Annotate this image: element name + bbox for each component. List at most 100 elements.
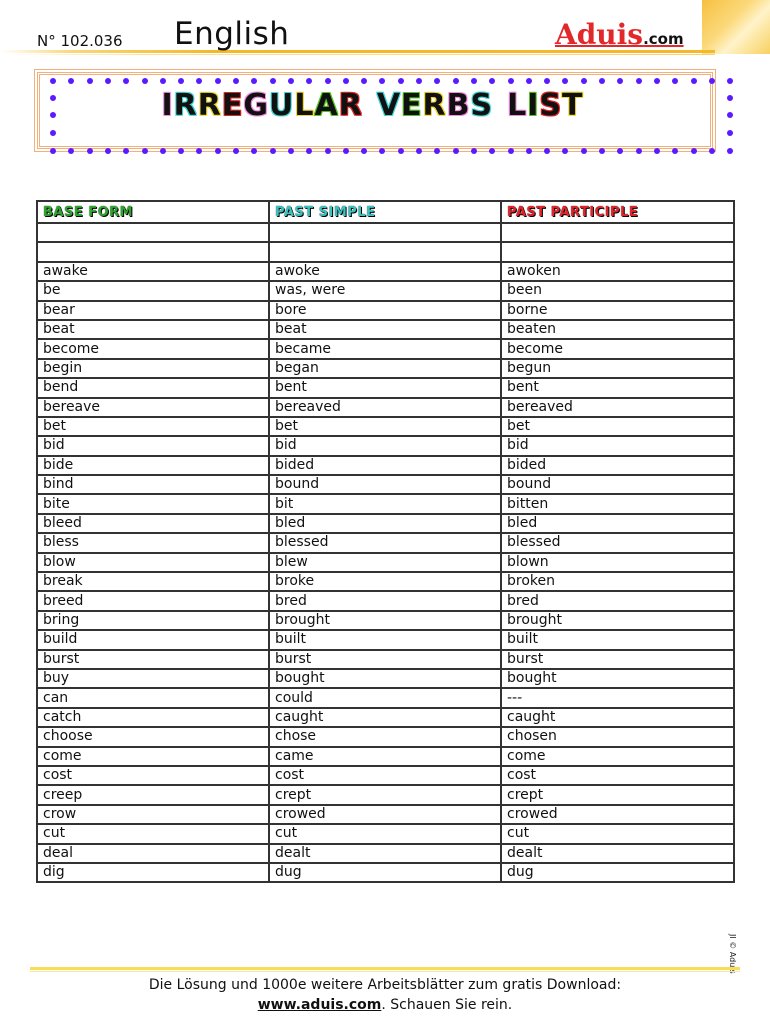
cell-past-participle: brought [500,609,735,632]
border-dot [507,148,514,154]
border-dot [214,78,221,84]
cell-past-simple: bet [268,415,502,438]
cell-past-simple: broke [268,571,502,593]
cell-past-simple: built [268,629,502,651]
table-row: crow crowed crowed [36,803,735,826]
cell-past-participle: crept [500,784,735,806]
border-dot [141,148,148,154]
border-dot [599,148,605,154]
table-row: bring brought brought [36,609,735,632]
border-dot [489,148,496,154]
cell-past-participle: become [500,338,735,360]
cell-past-simple: bided [268,454,502,477]
cell-base-form: bless [36,532,270,554]
cell-past-participle: blown [500,551,735,574]
border-dot [361,148,368,154]
cell-base-form: deal [36,842,270,864]
cell-past-participle: come [500,745,735,767]
border-dot [727,78,734,84]
title-letter: E [401,88,423,123]
cell-past-simple: dug [268,861,502,884]
cell-past-participle: bereaved [500,396,735,418]
cell-past-simple [268,221,502,244]
border-dot [397,148,404,154]
cell-base-form: crow [36,803,270,826]
cell-past-participle: --- [500,687,735,709]
cell-base-form: bring [36,609,270,632]
footer-rule-secondary [30,971,740,972]
border-dot [653,148,660,154]
cell-past-simple: bent [268,377,502,399]
cell-past-simple: caught [268,706,502,729]
border-dot [104,148,111,154]
worksheet-title: IRREGULAR VERBS LIST [0,88,745,123]
cell-past-participle: bound [500,474,735,496]
cell-base-form: breed [36,590,270,612]
cell-base-form: bleed [36,512,270,535]
cell-past-participle [500,241,735,263]
border-dot [416,148,422,154]
logo-main: Aduis [555,18,644,51]
cell-past-simple: brought [268,609,502,632]
border-dot [690,78,697,84]
border-dot [635,78,642,84]
border-dot [544,148,551,154]
title-letter: A [314,88,339,123]
border-dot [342,78,349,84]
border-dot [397,78,404,84]
cell-past-participle: cut [500,823,735,845]
cell-base-form: bet [36,415,270,438]
border-dot [159,148,166,154]
cell-base-form: bend [36,377,270,399]
title-letter: S [470,88,494,123]
cell-past-simple: awoke [268,260,502,283]
cell-past-participle: bid [500,435,735,457]
title-letter: G [243,88,269,123]
border-dot [324,78,331,84]
cell-base-form: build [36,629,270,651]
table-row: bereave bereaved bereaved [36,396,735,418]
border-dot [50,130,56,136]
table-row: bite bit bitten [36,493,735,515]
header-past-simple: PAST SIMPLE [268,200,502,224]
border-dot [214,148,221,154]
table-row: cost cost cost [36,764,735,787]
cell-past-participle: broken [500,571,735,593]
cell-past-simple: bore [268,299,502,321]
border-dot [324,148,331,154]
cell-past-participle: cost [500,764,735,787]
table-row: cut cut cut [36,823,735,845]
cell-base-form: become [36,338,270,360]
cell-past-simple: crept [268,784,502,806]
cell-base-form: beat [36,318,270,341]
table-row: bend bent bent [36,377,735,399]
cell-base-form: buy [36,667,270,690]
cell-past-participle: blessed [500,532,735,554]
title-letter: S [539,88,563,123]
cell-past-simple: came [268,745,502,767]
footer-link[interactable]: www.aduis.com [258,997,382,1013]
table-row: bless blessed blessed [36,532,735,554]
title-letter: V [376,88,402,123]
border-dot [525,148,532,154]
title-letter: R [197,88,222,123]
table-row: blow blew blown [36,551,735,574]
cell-past-participle [500,221,735,244]
cell-past-participle: dealt [500,842,735,864]
table-row: can could --- [36,687,735,709]
table-row: buy bought bought [36,667,735,690]
table-row: beat beat beaten [36,318,735,341]
title-letter: I [161,88,174,123]
cell-base-form: blow [36,551,270,574]
table-row: breed bred bred [36,590,735,612]
border-dot [416,78,422,84]
aduis-logo[interactable]: Aduis.com [555,18,684,51]
cell-past-participle: caught [500,706,735,729]
table-row: bind bound bound [36,474,735,496]
border-dot [342,148,349,154]
header-base-form: BASE FORM [36,200,270,224]
table-row: build built built [36,629,735,651]
cell-base-form: cost [36,764,270,787]
cell-past-simple: was, were [268,280,502,302]
border-dot [635,148,642,154]
